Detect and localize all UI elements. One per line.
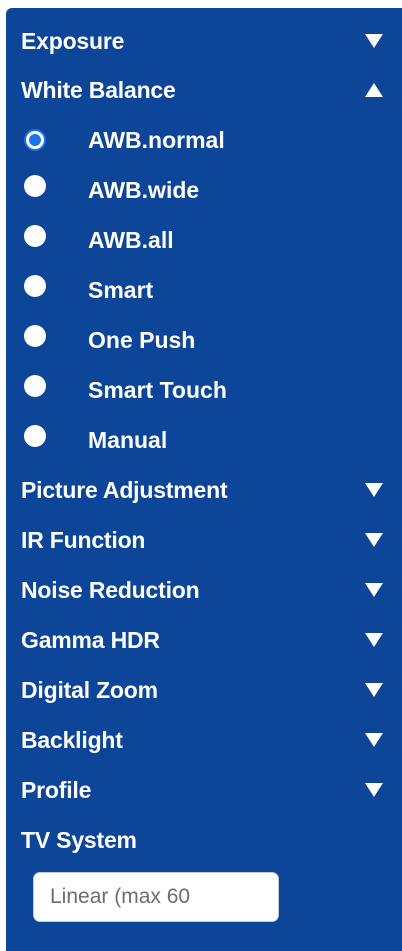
radio-button[interactable] [24, 225, 46, 247]
triangle-down-icon[interactable] [365, 533, 383, 547]
section-header-noise-reduction[interactable]: Noise Reduction [6, 565, 402, 615]
section-label-profile: Profile [21, 776, 92, 803]
radio-option-awb-normal[interactable]: AWB.normal [6, 115, 402, 165]
radio-label-one-push: One Push [88, 326, 196, 353]
section-label-picture-adjustment: Picture Adjustment [21, 476, 228, 503]
section-label-exposure: Exposure [21, 27, 125, 54]
radio-button[interactable] [24, 175, 46, 197]
triangle-down-icon[interactable] [365, 483, 383, 497]
radio-button[interactable] [24, 425, 46, 447]
radio-button-checked[interactable] [24, 129, 46, 151]
radio-option-manual[interactable]: Manual [6, 415, 402, 465]
section-header-picture-adjustment[interactable]: Picture Adjustment [6, 465, 402, 515]
section-header-tv-system: TV System [6, 815, 402, 865]
radio-option-awb-all[interactable]: AWB.all [6, 215, 402, 265]
section-header-digital-zoom[interactable]: Digital Zoom [6, 665, 402, 715]
radio-option-awb-wide[interactable]: AWB.wide [6, 165, 402, 215]
section-header-backlight[interactable]: Backlight [6, 715, 402, 765]
section-header-ir-function[interactable]: IR Function [6, 515, 402, 565]
section-header-gamma-hdr[interactable]: Gamma HDR [6, 615, 402, 665]
triangle-down-icon[interactable] [365, 633, 383, 647]
triangle-down-icon[interactable] [365, 34, 383, 48]
radio-label-smart-touch: Smart Touch [88, 376, 227, 403]
radio-label-smart: Smart [88, 276, 154, 303]
radio-option-smart[interactable]: Smart [6, 265, 402, 315]
triangle-down-icon[interactable] [365, 583, 383, 597]
radio-label-manual: Manual [88, 426, 168, 453]
radio-button[interactable] [24, 325, 46, 347]
section-label-digital-zoom: Digital Zoom [21, 676, 158, 703]
section-header-profile[interactable]: Profile [6, 765, 402, 815]
section-label-ir-function: IR Function [21, 526, 146, 553]
camera-settings-panel: Exposure White Balance AWB.normal AWB.wi… [6, 8, 402, 951]
radio-button[interactable] [24, 275, 46, 297]
radio-label-awb-all: AWB.all [88, 226, 174, 253]
section-header-exposure[interactable]: Exposure [6, 16, 402, 66]
radio-option-one-push[interactable]: One Push [6, 315, 402, 365]
triangle-down-icon[interactable] [365, 783, 383, 797]
section-label-tv-system: TV System [21, 826, 137, 853]
section-label-gamma-hdr: Gamma HDR [21, 626, 160, 653]
tv-system-input[interactable] [33, 872, 279, 922]
triangle-down-icon[interactable] [365, 683, 383, 697]
section-label-backlight: Backlight [21, 726, 123, 753]
radio-label-awb-normal: AWB.normal [88, 126, 225, 153]
section-label-noise-reduction: Noise Reduction [21, 576, 200, 603]
triangle-down-icon[interactable] [365, 733, 383, 747]
section-label-white-balance: White Balance [21, 76, 176, 103]
triangle-up-icon[interactable] [365, 83, 383, 97]
radio-button[interactable] [24, 375, 46, 397]
section-header-white-balance[interactable]: White Balance [6, 65, 402, 115]
radio-label-awb-wide: AWB.wide [88, 176, 200, 203]
radio-option-smart-touch[interactable]: Smart Touch [6, 365, 402, 415]
